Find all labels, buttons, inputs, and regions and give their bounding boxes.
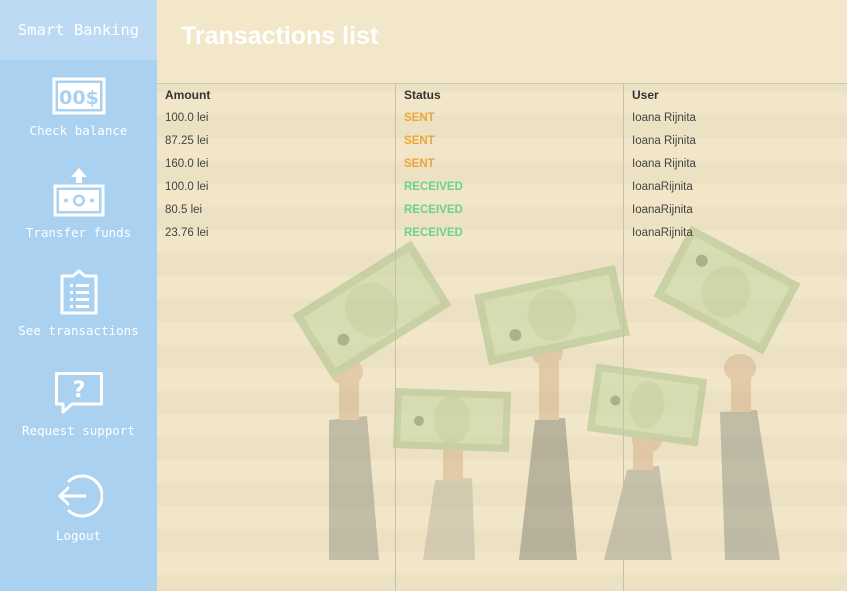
user-cell: Ioana Rijnita xyxy=(632,158,696,170)
table-header: Amount Status User xyxy=(157,84,847,107)
logout-icon xyxy=(58,474,103,518)
page-title: Transactions list xyxy=(181,22,379,50)
amount-cell: 100.0 lei xyxy=(165,181,209,193)
nav-label: Request support xyxy=(22,423,135,438)
column-header-amount[interactable]: Amount xyxy=(165,88,210,102)
sidebar: Smart Banking 00$ Check balance Transfer… xyxy=(0,0,157,591)
status-cell: RECEIVED xyxy=(404,227,463,239)
amount-cell: 100.0 lei xyxy=(165,112,209,124)
nav-label: Logout xyxy=(55,528,102,543)
column-header-status[interactable]: Status xyxy=(404,88,441,102)
app-brand: Smart Banking xyxy=(0,0,157,60)
table-row[interactable]: 23.76 lei RECEIVED IoanaRijnita xyxy=(157,222,847,245)
nav-check-balance[interactable]: 00$ Check balance xyxy=(0,77,157,138)
user-cell: Ioana Rijnita xyxy=(632,112,696,124)
nav-label: Transfer funds xyxy=(25,225,132,240)
amount-cell: 23.76 lei xyxy=(165,227,209,239)
user-cell: IoanaRijnita xyxy=(632,204,693,216)
status-cell: SENT xyxy=(404,112,435,124)
table-row[interactable]: 87.25 lei SENT Ioana Rijnita xyxy=(157,130,847,153)
user-cell: Ioana Rijnita xyxy=(632,135,696,147)
nav-transfer-funds[interactable]: Transfer funds xyxy=(0,167,157,240)
nav-label: Check balance xyxy=(29,123,128,138)
money-transfer-icon xyxy=(53,168,104,217)
question-bubble-icon: ? xyxy=(54,372,103,414)
status-cell: RECEIVED xyxy=(404,204,463,216)
amount-cell: 80.5 lei xyxy=(165,204,203,216)
user-cell: IoanaRijnita xyxy=(632,181,693,193)
amount-cell: 87.25 lei xyxy=(165,135,209,147)
clipboard-list-icon xyxy=(60,269,97,315)
main-panel: Transactions list Amount Status User 100… xyxy=(157,0,847,591)
nav-logout[interactable]: Logout xyxy=(0,472,157,543)
table-row[interactable]: 100.0 lei SENT Ioana Rijnita xyxy=(157,107,847,130)
table-row[interactable]: 160.0 lei SENT Ioana Rijnita xyxy=(157,153,847,176)
banknote-dollar-icon: 00$ xyxy=(52,77,105,115)
table-row[interactable]: 100.0 lei RECEIVED IoanaRijnita xyxy=(157,176,847,199)
table-row[interactable]: 80.5 lei RECEIVED IoanaRijnita xyxy=(157,199,847,222)
column-header-user[interactable]: User xyxy=(632,88,659,102)
status-cell: RECEIVED xyxy=(404,181,463,193)
svg-text:?: ? xyxy=(72,378,85,403)
svg-text:00$: 00$ xyxy=(59,87,99,109)
status-cell: SENT xyxy=(404,158,435,170)
main-header: Transactions list xyxy=(157,0,847,84)
status-cell: SENT xyxy=(404,135,435,147)
user-cell: IoanaRijnita xyxy=(632,227,693,239)
transactions-table: Amount Status User 100.0 lei SENT Ioana … xyxy=(157,84,847,591)
nav-label: See transactions xyxy=(18,323,139,338)
nav-request-support[interactable]: ? Request support xyxy=(0,371,157,438)
amount-cell: 160.0 lei xyxy=(165,158,209,170)
table-body: 100.0 lei SENT Ioana Rijnita 87.25 lei S… xyxy=(157,107,847,245)
nav-see-transactions[interactable]: See transactions xyxy=(0,269,157,338)
